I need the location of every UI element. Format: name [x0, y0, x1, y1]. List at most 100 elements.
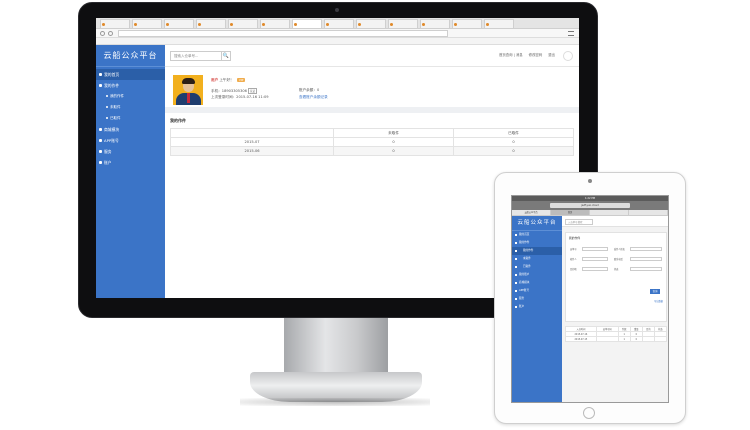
- sidebar-item-label: 已取件: [110, 116, 121, 120]
- menu-icon[interactable]: [568, 31, 574, 36]
- browser-tab[interactable]: [484, 19, 514, 28]
- browser-tab[interactable]: [228, 19, 258, 28]
- address-bar: [96, 29, 579, 38]
- url-field[interactable]: [118, 30, 448, 37]
- browser-tab[interactable]: [260, 19, 290, 28]
- tablet-nav-item[interactable]: APP账号: [512, 287, 562, 295]
- tablet-tab-active[interactable]: 首页: [551, 210, 590, 215]
- browser-tab[interactable]: [196, 19, 226, 28]
- table-row[interactable]: 2015-07-15 1 0: [565, 336, 668, 342]
- sidebar-item-service[interactable]: 服务: [96, 146, 165, 157]
- tablet-nav-item[interactable]: 商城模块: [512, 279, 562, 287]
- table-cell: 2015-07-15: [565, 336, 597, 342]
- table-cell: 0: [453, 137, 574, 147]
- top-link-logout[interactable]: 退出: [548, 52, 555, 57]
- tablet-nav-item[interactable]: 我的作件: [512, 239, 562, 247]
- browser-tab[interactable]: [452, 19, 482, 28]
- browser-tab[interactable]: [388, 19, 418, 28]
- field-label: 收件人: [570, 258, 577, 261]
- bookmarks-bar: [96, 38, 579, 45]
- tablet-logo[interactable]: 云船公众平台: [512, 216, 562, 231]
- field-input[interactable]: [582, 257, 608, 261]
- table-cell: 1: [617, 336, 631, 342]
- top-link-home[interactable]: 首页查询 | 消息: [499, 52, 523, 57]
- browser-tab[interactable]: [420, 19, 450, 28]
- field-input[interactable]: [630, 267, 662, 271]
- top-link-password[interactable]: 修改密码: [529, 52, 543, 57]
- browser-tab[interactable]: [132, 19, 162, 28]
- sidebar-item-account[interactable]: 账户: [96, 157, 165, 168]
- browser-tab[interactable]: [100, 19, 130, 28]
- browser-tab[interactable]: [324, 19, 354, 28]
- tablet-nav-item[interactable]: 未取件: [512, 255, 562, 263]
- forward-icon[interactable]: [108, 31, 113, 36]
- user-name: 用户: [211, 78, 219, 82]
- sidebar-item-home[interactable]: 我的首页: [96, 69, 165, 80]
- last-login-text: 上次登录时间：2015-07-16 11:09: [211, 95, 269, 99]
- table-cell: [595, 336, 619, 342]
- bullet-icon: [106, 117, 108, 119]
- tablet-nav-item-active[interactable]: 我的作件: [512, 247, 562, 255]
- sidebar-subitem-pending[interactable]: 未取件: [96, 102, 165, 113]
- tablet-nav-item[interactable]: 我的账户: [512, 271, 562, 279]
- tablet-nav-item[interactable]: 我的首页: [512, 231, 562, 239]
- table-row[interactable]: 2015-06 0 0: [169, 146, 574, 156]
- tablet-main: 入仓单号搜索 我的作件 运单号 发件人姓名 收件人 联系电话 目的地 状态 查询…: [562, 216, 668, 402]
- table-row[interactable]: 2015-07 0 0: [169, 137, 574, 147]
- sidebar-subitem-picked[interactable]: 已取件: [96, 113, 165, 124]
- tablet-tab[interactable]: [629, 210, 668, 215]
- browser-tab[interactable]: [356, 19, 386, 28]
- verified-tag: 认证: [247, 88, 258, 94]
- balance-link[interactable]: 查看账户余额记录: [299, 95, 328, 100]
- table-cell: [653, 336, 668, 342]
- browser-tab[interactable]: [164, 19, 194, 28]
- sidebar-subitem-my-shipments[interactable]: 我的作件: [96, 91, 165, 102]
- browser-tab-active[interactable]: [292, 19, 322, 28]
- search-input[interactable]: 搜索入仓单号...: [170, 51, 222, 61]
- tablet-search-card: 我的作件 运单号 发件人姓名 收件人 联系电话 目的地 状态 查询 导出数据: [565, 232, 667, 322]
- field-input[interactable]: [630, 247, 662, 251]
- tablet-tab[interactable]: [590, 210, 629, 215]
- tablet-nav-item[interactable]: 账户: [512, 303, 562, 311]
- sidebar-item-app[interactable]: APP账号: [96, 135, 165, 146]
- tablet-camera: [588, 179, 592, 183]
- tablet-results-table: 入仓时间 运单号码 件数 重量 目的 状态 2015-07-16 1 0 201…: [565, 326, 668, 342]
- back-icon[interactable]: [100, 31, 105, 36]
- phone-text: 手机：18903305306: [211, 89, 247, 93]
- tablet-url-field[interactable]: jadf.yun.cloud: [550, 203, 630, 208]
- sidebar-item-my-shipments[interactable]: 我的作件: [96, 80, 165, 91]
- sidebar-item-shop[interactable]: 商城模块: [96, 124, 165, 135]
- sidebar-item-label: 我的作件: [104, 83, 120, 88]
- field-input[interactable]: [582, 267, 608, 271]
- tablet-screen: 1:22 PM jadf.yun.cloud 云船公众平台 首页 云船公众平台 …: [511, 195, 669, 403]
- tablet-search-input[interactable]: 入仓单号搜索: [565, 219, 593, 225]
- tablet-address-bar: jadf.yun.cloud: [512, 201, 668, 210]
- sidebar-item-label: 我的首页: [104, 72, 120, 77]
- field-input[interactable]: [582, 247, 608, 251]
- tablet-frame: 1:22 PM jadf.yun.cloud 云船公众平台 首页 云船公众平台 …: [494, 172, 686, 424]
- home-icon: [99, 73, 102, 76]
- tablet-query-button[interactable]: 查询: [650, 289, 660, 294]
- table-header: 未取件 已取件: [169, 128, 574, 138]
- tablet-export-link[interactable]: 导出数据: [654, 299, 663, 303]
- tablet-nav-item[interactable]: 已取件: [512, 263, 562, 271]
- sidebar: 云船公众平台 我的首页 我的作件 我的作件 未取件 已取件 商城模块 APP账号…: [96, 45, 165, 298]
- table-cell: 2015-07: [169, 137, 335, 147]
- stand-shadow: [240, 398, 430, 406]
- app-logo[interactable]: 云船公众平台: [96, 45, 165, 67]
- column-header: 已取件: [453, 128, 574, 138]
- sidebar-item-label: 账户: [104, 160, 112, 165]
- balance-text: 账户余额：0: [299, 88, 320, 92]
- phone-icon: [99, 139, 102, 142]
- tablet-nav-item[interactable]: 服务: [512, 295, 562, 303]
- bullet-icon: [106, 106, 108, 108]
- tablet-home-button[interactable]: [583, 407, 595, 419]
- field-input[interactable]: [630, 257, 662, 261]
- bullet-icon: [106, 95, 108, 97]
- avatar-small[interactable]: [563, 51, 573, 61]
- sidebar-item-label: 服务: [104, 149, 112, 154]
- tablet-tab[interactable]: 云船公众平台: [512, 210, 551, 215]
- monitor-neck: [284, 318, 388, 374]
- search-button[interactable]: 🔍: [222, 51, 231, 61]
- column-header: 未取件: [333, 128, 455, 138]
